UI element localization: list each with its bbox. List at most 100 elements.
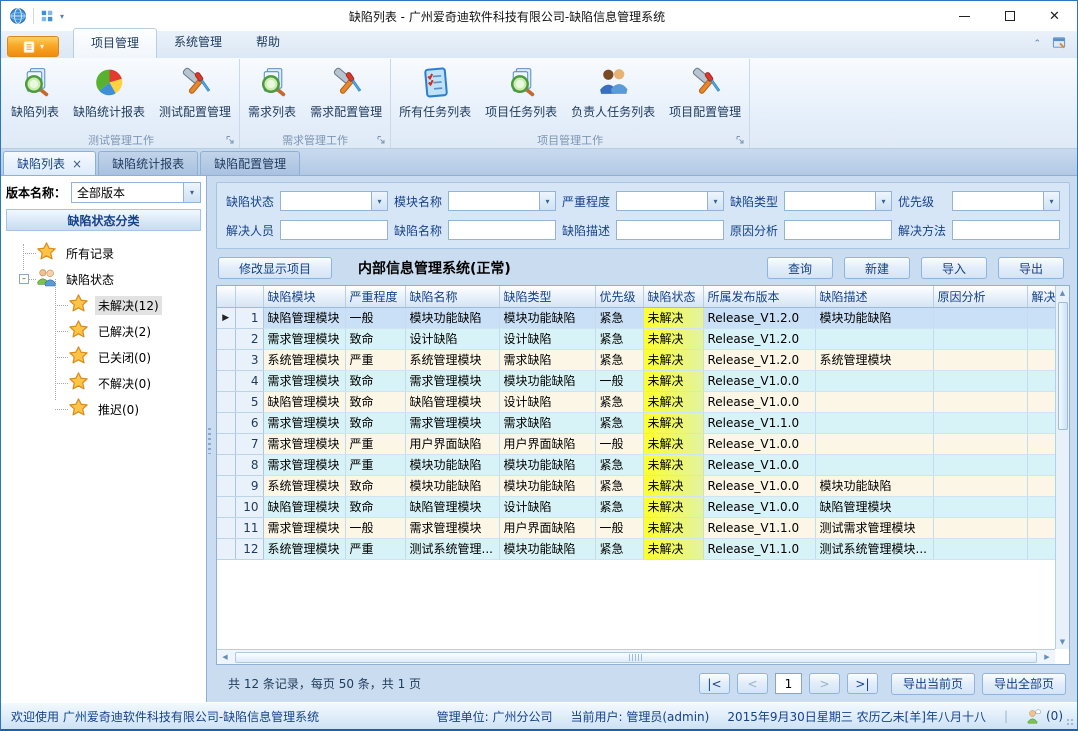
cell-priority[interactable]: 紧急: [595, 454, 643, 475]
column-header-defect-type[interactable]: 缺陷类型: [499, 286, 595, 307]
table-row[interactable]: 6需求管理模块致命需求管理模块需求缺陷紧急未解决Release_V1.1.0: [217, 412, 1069, 433]
filter-combobox-module-name[interactable]: ▾: [448, 191, 556, 211]
dropdown-icon[interactable]: ▾: [875, 192, 891, 210]
cell-defect-module[interactable]: 需求管理模块: [263, 517, 345, 538]
requirement-config-mgmt-button[interactable]: 需求配置管理: [303, 60, 389, 122]
cell-defect-name[interactable]: 用户界面缺陷: [405, 433, 499, 454]
cell-cause-analysis[interactable]: [933, 328, 1027, 349]
cell-priority[interactable]: 一般: [595, 517, 643, 538]
owner-tasks-list-button[interactable]: 负责人任务列表: [564, 60, 662, 122]
cell-defect-type[interactable]: 用户界面缺陷: [499, 433, 595, 454]
column-header-defect-status[interactable]: 缺陷状态: [643, 286, 703, 307]
cell-release-version[interactable]: Release_V1.1.0: [703, 517, 815, 538]
cell-severity[interactable]: 致命: [345, 475, 405, 496]
export-current-page-button[interactable]: 导出当前页: [891, 673, 975, 695]
cell-defect-type[interactable]: 设计缺陷: [499, 391, 595, 412]
tree-item-wontfix[interactable]: 不解决(0): [6, 370, 201, 396]
cell-release-version[interactable]: Release_V1.0.0: [703, 433, 815, 454]
cell-defect-status[interactable]: 未解决: [643, 475, 703, 496]
dropdown-icon[interactable]: ▾: [539, 192, 555, 210]
cell-priority[interactable]: 紧急: [595, 307, 643, 328]
cell-defect-name[interactable]: 系统管理模块: [405, 349, 499, 370]
cell-defect-name[interactable]: 模块功能缺陷: [405, 307, 499, 328]
cell-defect-module[interactable]: 缺陷管理模块: [263, 391, 345, 412]
cell-release-version[interactable]: Release_V1.0.0: [703, 391, 815, 412]
cell-cause-analysis[interactable]: [933, 475, 1027, 496]
cell-defect-name[interactable]: 缺陷管理模块: [405, 391, 499, 412]
cell-severity[interactable]: 严重: [345, 349, 405, 370]
tree-item-defect-status[interactable]: –缺陷状态: [6, 266, 201, 292]
table-row[interactable]: 4需求管理模块致命需求管理模块模块功能缺陷一般未解决Release_V1.0.0: [217, 370, 1069, 391]
cell-defect-status[interactable]: 未解决: [643, 433, 703, 454]
scroll-down-icon[interactable]: ▼: [1056, 635, 1070, 649]
cell-cause-analysis[interactable]: [933, 349, 1027, 370]
cell-defect-module[interactable]: 需求管理模块: [263, 412, 345, 433]
minimize-button[interactable]: [942, 1, 987, 31]
cell-severity[interactable]: 致命: [345, 412, 405, 433]
cell-defect-name[interactable]: 测试系统管理...: [405, 538, 499, 559]
cell-defect-type[interactable]: 模块功能缺陷: [499, 475, 595, 496]
cell-defect-name[interactable]: 模块功能缺陷: [405, 454, 499, 475]
tree-item-closed[interactable]: 已关闭(0): [6, 344, 201, 370]
project-config-mgmt-button[interactable]: 项目配置管理: [662, 60, 748, 122]
dialog-launcher-icon[interactable]: [376, 135, 386, 145]
table-row[interactable]: ▶1缺陷管理模块一般模块功能缺陷模块功能缺陷紧急未解决Release_V1.2.…: [217, 307, 1069, 328]
dialog-launcher-icon[interactable]: [735, 135, 745, 145]
query-button[interactable]: 查询: [767, 257, 833, 279]
filter-combobox-severity[interactable]: ▾: [616, 191, 724, 211]
column-header-cause-analysis[interactable]: 原因分析: [933, 286, 1027, 307]
next-page-button[interactable]: >: [809, 673, 840, 694]
cell-defect-type[interactable]: 模块功能缺陷: [499, 307, 595, 328]
export-all-pages-button[interactable]: 导出全部页: [982, 673, 1066, 695]
cell-defect-type[interactable]: 设计缺陷: [499, 496, 595, 517]
cell-release-version[interactable]: Release_V1.0.0: [703, 370, 815, 391]
cell-priority[interactable]: 一般: [595, 433, 643, 454]
column-header-severity[interactable]: 严重程度: [345, 286, 405, 307]
cell-defect-name[interactable]: 设计缺陷: [405, 328, 499, 349]
column-header-defect-desc[interactable]: 缺陷描述: [815, 286, 933, 307]
cell-defect-name[interactable]: 需求管理模块: [405, 370, 499, 391]
scroll-up-icon[interactable]: ▲: [1056, 286, 1070, 300]
cell-defect-status[interactable]: 未解决: [643, 349, 703, 370]
cell-defect-type[interactable]: 需求缺陷: [499, 349, 595, 370]
horizontal-scrollbar[interactable]: ◀ ▶: [217, 649, 1055, 664]
column-header-priority[interactable]: 优先级: [595, 286, 643, 307]
cell-severity[interactable]: 致命: [345, 328, 405, 349]
filter-combobox-priority[interactable]: ▾: [952, 191, 1060, 211]
dropdown-icon[interactable]: ▾: [1043, 192, 1059, 210]
dropdown-icon[interactable]: ▾: [371, 192, 387, 210]
cell-defect-module[interactable]: 需求管理模块: [263, 370, 345, 391]
cell-priority[interactable]: 紧急: [595, 475, 643, 496]
horizontal-scroll-thumb[interactable]: [235, 652, 1037, 663]
column-header-release-version[interactable]: 所属发布版本: [703, 286, 815, 307]
prev-page-button[interactable]: <: [737, 673, 768, 694]
cell-defect-desc[interactable]: 系统管理模块: [815, 349, 933, 370]
cell-defect-desc[interactable]: 缺陷管理模块: [815, 496, 933, 517]
cell-defect-status[interactable]: 未解决: [643, 307, 703, 328]
cell-defect-module[interactable]: 需求管理模块: [263, 433, 345, 454]
cell-defect-desc[interactable]: [815, 412, 933, 433]
cell-defect-desc[interactable]: [815, 454, 933, 475]
tree-item-postponed[interactable]: 推迟(0): [6, 396, 201, 422]
cell-release-version[interactable]: Release_V1.1.0: [703, 412, 815, 433]
cell-priority[interactable]: 紧急: [595, 328, 643, 349]
messages-indicator[interactable]: (0): [1026, 708, 1063, 724]
table-row[interactable]: 9系统管理模块致命模块功能缺陷模块功能缺陷紧急未解决Release_V1.0.0…: [217, 475, 1069, 496]
cell-defect-type[interactable]: 模块功能缺陷: [499, 538, 595, 559]
cell-defect-module[interactable]: 系统管理模块: [263, 475, 345, 496]
first-page-button[interactable]: |<: [699, 673, 730, 694]
filter-input-solution[interactable]: [952, 220, 1060, 240]
close-button[interactable]: ✕: [1032, 1, 1077, 31]
dropdown-icon[interactable]: ▾: [707, 192, 723, 210]
cell-release-version[interactable]: Release_V1.2.0: [703, 307, 815, 328]
cell-defect-type[interactable]: 需求缺陷: [499, 412, 595, 433]
cell-priority[interactable]: 紧急: [595, 496, 643, 517]
collapse-ribbon-icon[interactable]: ⌃: [1033, 39, 1041, 49]
tree-item-resolved[interactable]: 已解决(2): [6, 318, 201, 344]
table-row[interactable]: 10缺陷管理模块致命缺陷管理模块设计缺陷紧急未解决Release_V1.0.0缺…: [217, 496, 1069, 517]
cell-release-version[interactable]: Release_V1.2.0: [703, 349, 815, 370]
cell-defect-type[interactable]: 模块功能缺陷: [499, 454, 595, 475]
table-row[interactable]: 11需求管理模块一般需求管理模块用户界面缺陷一般未解决Release_V1.1.…: [217, 517, 1069, 538]
cell-cause-analysis[interactable]: [933, 433, 1027, 454]
scroll-right-icon[interactable]: ▶: [1039, 650, 1055, 664]
